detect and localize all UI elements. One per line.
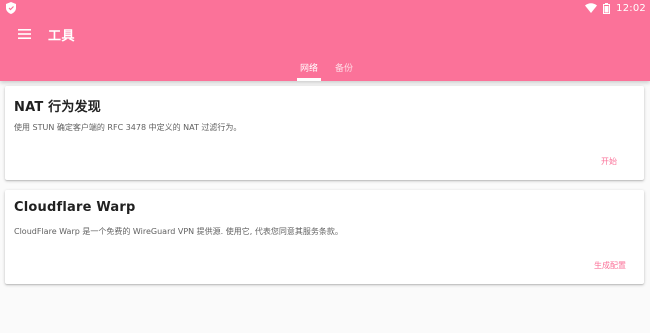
cloudflare-warp-card: Cloudflare Warp CloudFlare Warp 是一个免费的 W… bbox=[5, 190, 644, 284]
tab-indicator bbox=[297, 78, 321, 81]
toolbar: 工具 bbox=[0, 16, 650, 52]
app-bar: 12:02 工具 网络 备份 bbox=[0, 0, 650, 81]
status-right-group: 12:02 bbox=[585, 1, 646, 15]
generate-config-button[interactable]: 生成配置 bbox=[594, 260, 626, 271]
status-clock: 12:02 bbox=[616, 2, 646, 14]
tab-network[interactable]: 网络 bbox=[299, 61, 319, 74]
menu-icon bbox=[17, 24, 31, 43]
start-button[interactable]: 开始 bbox=[601, 156, 617, 167]
nat-behavior-card: NAT 行为发现 使用 STUN 确定客户端的 RFC 3478 中定义的 NA… bbox=[5, 86, 644, 180]
app-shield-icon bbox=[6, 2, 16, 14]
page-title: 工具 bbox=[48, 29, 76, 44]
tab-bar: 网络 备份 bbox=[0, 56, 650, 81]
card-description: 使用 STUN 确定客户端的 RFC 3478 中定义的 NAT 过滤行为。 bbox=[14, 123, 242, 132]
tab-backup[interactable]: 备份 bbox=[334, 61, 354, 74]
status-bar: 12:02 bbox=[0, 0, 650, 16]
card-description: CloudFlare Warp 是一个免费的 WireGuard VPN 提供源… bbox=[14, 227, 343, 236]
battery-icon bbox=[603, 2, 611, 14]
card-title: NAT 行为发现 bbox=[14, 100, 101, 115]
wifi-icon bbox=[585, 3, 598, 13]
menu-button[interactable] bbox=[13, 22, 35, 44]
card-title: Cloudflare Warp bbox=[14, 200, 136, 215]
